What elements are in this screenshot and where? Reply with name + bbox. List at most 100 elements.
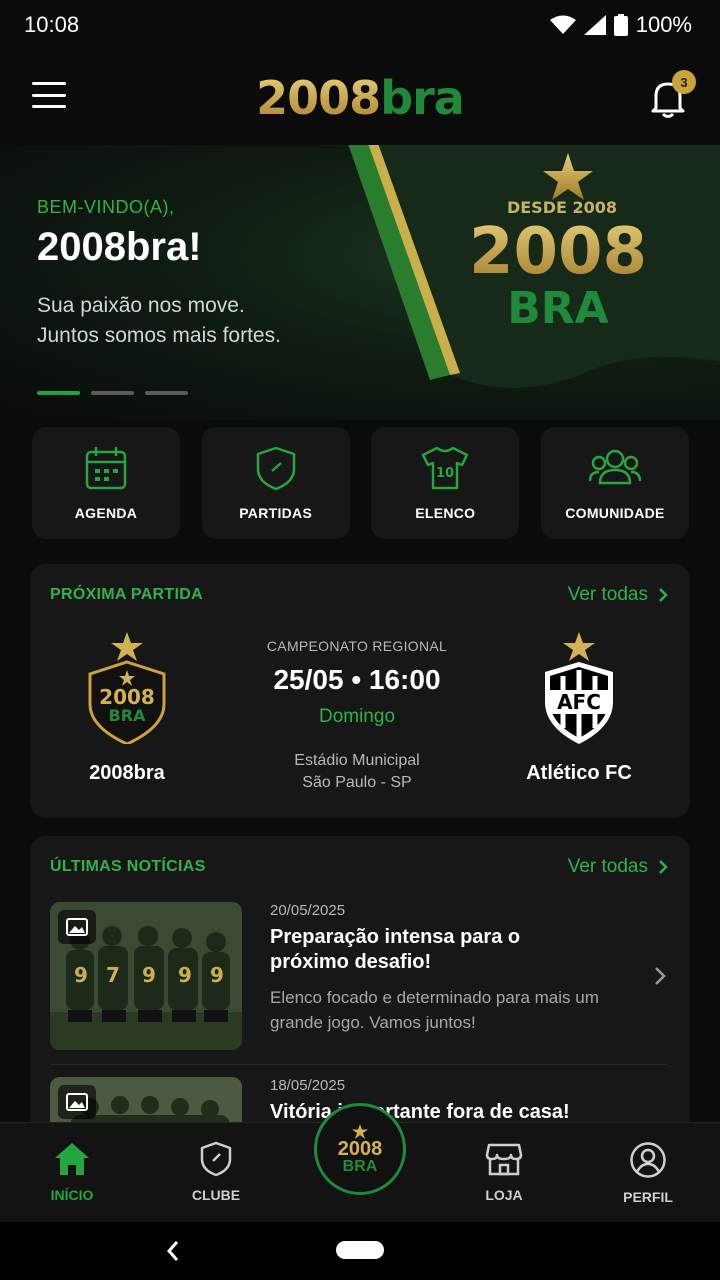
app-header: 2008bra 3 (0, 50, 720, 145)
center-logo-button[interactable]: 2008 BRA (314, 1103, 406, 1195)
match-info: CAMPEONATO REGIONAL 25/05 • 16:00 Doming… (220, 638, 494, 794)
competition-name: CAMPEONATO REGIONAL (266, 638, 448, 654)
match-venue: Estádio Municipal São Paulo - SP (220, 750, 494, 794)
quick-action-label: COMUNIDADE (565, 505, 665, 521)
star-icon (352, 1123, 368, 1139)
tab-label: CLUBE (191, 1187, 241, 1203)
center-logo-bra: BRA (342, 1157, 378, 1175)
crest-letters: AFC (557, 690, 601, 714)
home-team-crest: 2008 BRA (88, 632, 166, 744)
quick-action-comunidade[interactable]: COMUNIDADE (540, 427, 689, 539)
tab-label: PERFIL (623, 1189, 673, 1205)
see-all-news-link[interactable]: Ver todas (568, 856, 668, 878)
see-all-matches-link[interactable]: Ver todas (568, 584, 668, 606)
match-weekday: Domingo (318, 706, 396, 727)
chevron-right-icon (655, 967, 666, 985)
svg-text:9: 9 (178, 963, 192, 987)
chevron-right-icon (659, 588, 668, 602)
news-thumbnail: 97999 (50, 902, 242, 1050)
home-team-name: 2008bra (89, 762, 165, 784)
hero-subtitle-line: Juntos somos mais fortes. (37, 324, 281, 347)
crest-bra: BRA (109, 706, 147, 725)
shield-icon (200, 1141, 232, 1177)
away-team-crest: AFC (545, 632, 613, 744)
quick-action-label: AGENDA (74, 505, 138, 521)
news-item[interactable]: 97999 20/05/2025 Preparação intensa para… (50, 902, 668, 1050)
battery-level: 100% (635, 12, 692, 37)
profile-icon (630, 1142, 666, 1178)
carousel-indicator (37, 391, 188, 395)
jersey-icon: 10 (422, 446, 469, 490)
divider (50, 1064, 668, 1065)
news-description: Elenco focado e determinado para mais um… (270, 988, 599, 1032)
hero-banner[interactable]: DESDE 2008 2008 BRA BEM-VINDO(A), 2008br… (0, 145, 720, 420)
shield-icon (256, 446, 295, 491)
match-datetime: 25/05 • 16:00 (273, 664, 441, 695)
quick-action-agenda[interactable]: AGENDA (32, 427, 180, 539)
app-logo[interactable]: 2008bra (256, 75, 465, 121)
svg-text:10: 10 (436, 466, 454, 481)
home-icon (55, 1143, 89, 1175)
hero-title: 2008bra! (37, 225, 202, 269)
news-text: 20/05/2025 Preparação intensa para o pró… (270, 902, 600, 1050)
carousel-dot-active[interactable] (37, 391, 80, 395)
community-icon (588, 449, 642, 485)
menu-button[interactable] (32, 82, 66, 108)
wifi-icon (549, 15, 576, 34)
svg-text:7: 7 (106, 963, 120, 987)
menu-icon-line (32, 93, 66, 97)
status-icons: 100% (549, 12, 692, 38)
chevron-right-icon (659, 860, 668, 874)
carousel-dot[interactable] (145, 391, 188, 395)
club-flag-image: DESDE 2008 2008 BRA (348, 145, 720, 388)
news-date: 18/05/2025 (270, 1077, 346, 1094)
image-icon (58, 910, 96, 944)
svg-text:9: 9 (74, 963, 88, 987)
quick-action-partidas[interactable]: PARTIDAS (201, 427, 350, 539)
status-time: 10:08 (24, 12, 80, 37)
svg-text:9: 9 (142, 963, 156, 987)
battery-icon (613, 14, 628, 36)
see-all-label: Ver todas (567, 856, 648, 877)
menu-icon (32, 82, 66, 85)
tab-clube[interactable]: CLUBE (144, 1123, 288, 1222)
tab-perfil[interactable]: PERFIL (576, 1123, 720, 1222)
notifications-button[interactable]: 3 (650, 70, 696, 118)
section-title: PRÓXIMA PARTIDA (50, 586, 203, 603)
flag-year-text: 2008 (469, 215, 647, 289)
menu-icon-line (32, 105, 66, 108)
image-icon (58, 1085, 96, 1119)
back-icon[interactable] (166, 1240, 180, 1262)
logo-number: 2008 (256, 70, 381, 125)
store-icon (485, 1143, 523, 1176)
logo-text: bra (380, 70, 465, 125)
svg-text:9: 9 (210, 963, 224, 987)
see-all-label: Ver todas (567, 584, 648, 605)
news-title: Preparação intensa para o próximo desafi… (270, 926, 521, 973)
hero-subtitle: Sua paixão nos move. Juntos somos mais f… (37, 291, 281, 351)
carousel-dot[interactable] (91, 391, 134, 395)
calendar-icon (85, 447, 127, 490)
next-match-card[interactable]: PRÓXIMA PARTIDA Ver todas 2008 BRA 2008b… (30, 564, 690, 818)
quick-actions: AGENDA PARTIDAS 10 ELENCO COMUNIDADE (32, 427, 689, 539)
home-gesture-pill[interactable] (336, 1241, 384, 1259)
system-navigation-bar (0, 1222, 720, 1280)
tab-inicio[interactable]: INÍCIO (0, 1123, 144, 1222)
away-team-name: Atlético FC (526, 762, 632, 784)
away-team: AFC Atlético FC (504, 632, 654, 785)
bottom-tab-bar: INÍCIO CLUBE 2008 BRA LOJA PERFIL (0, 1103, 720, 1222)
status-bar: 10:08 100% (0, 0, 720, 50)
venue-name: Estádio Municipal (294, 752, 420, 769)
tab-label: LOJA (485, 1187, 523, 1203)
notification-badge: 3 (672, 70, 696, 94)
quick-action-label: PARTIDAS (239, 505, 313, 521)
home-team: 2008 BRA 2008bra (52, 632, 202, 785)
news-date: 20/05/2025 (270, 902, 346, 919)
flag-bra-text: BRA (507, 283, 608, 334)
center-logo-year: 2008 (337, 1137, 383, 1160)
quick-action-elenco[interactable]: 10 ELENCO (371, 427, 520, 539)
hero-welcome: BEM-VINDO(A), (37, 197, 175, 217)
hero-subtitle-line: Sua paixão nos move. (37, 294, 245, 317)
signal-icon (583, 15, 606, 35)
tab-loja[interactable]: LOJA (432, 1123, 576, 1222)
